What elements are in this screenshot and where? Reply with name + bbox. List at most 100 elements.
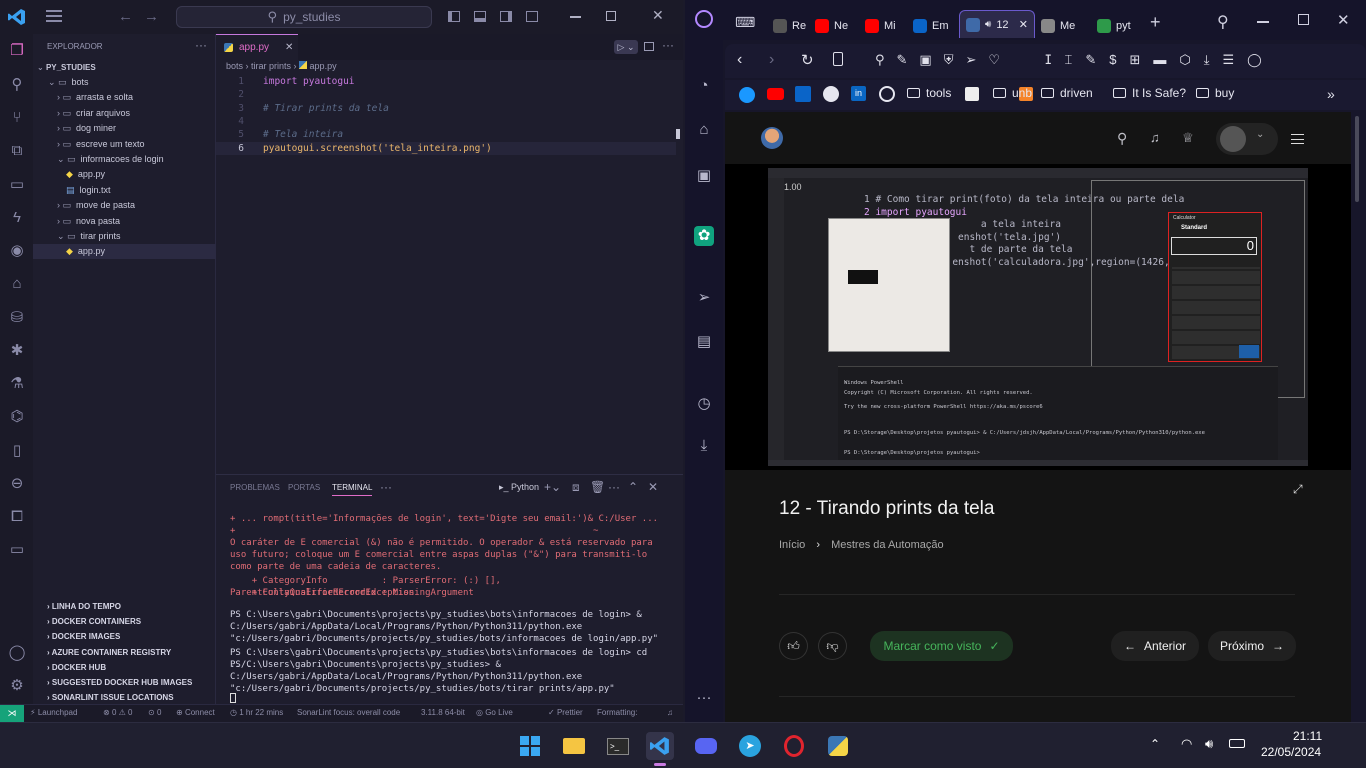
docker-icon[interactable]: ⧠ (8, 508, 26, 526)
telegram-icon[interactable]: ➤ (736, 732, 764, 760)
fullscreen-icon[interactable]: ⤢ (1293, 482, 1303, 497)
terminal-app-icon[interactable]: >_ (604, 732, 632, 760)
openai-icon[interactable] (879, 86, 895, 102)
more-panel-icon[interactable]: ··· (380, 480, 392, 494)
tab-problems[interactable]: PROBLEMAS (230, 483, 280, 492)
settings-gear-icon[interactable]: ⚙ (8, 677, 26, 695)
browser-tab[interactable]: pyt (1097, 12, 1131, 40)
mark-as-watched-button[interactable]: Marcar como visto ✓ (870, 631, 1013, 661)
clock-date[interactable]: 22/05/2024 (1261, 745, 1321, 759)
forward-icon[interactable]: › (769, 51, 774, 69)
browser-tab[interactable]: 🔊︎ 12 ✕ (959, 10, 1035, 38)
account-icon[interactable]: ◯ (8, 644, 26, 662)
dislike-button[interactable]: 👎︎ (818, 632, 847, 660)
notifications-icon[interactable]: ♫ (667, 708, 673, 717)
explorer-icon[interactable]: ❐ (8, 42, 26, 60)
source-control-icon[interactable]: ⑂ (8, 109, 26, 127)
breadcrumb-item[interactable]: bots (226, 61, 243, 71)
close-tab-icon[interactable]: ✕ (1019, 18, 1028, 31)
clock-time[interactable]: 21:11 (1293, 729, 1322, 743)
kill-terminal-icon[interactable]: 🗑 (590, 480, 605, 494)
discord-icon[interactable] (692, 732, 720, 760)
bookmark-folder[interactable]: tools (907, 86, 951, 100)
bookmark-folder[interactable]: buy (1196, 86, 1234, 100)
browser-tab[interactable]: Em (913, 12, 949, 40)
search-tabs-icon[interactable]: ⚲ (1217, 12, 1229, 32)
python-app-icon[interactable] (824, 732, 852, 760)
extensions-icon[interactable]: ⧉ (8, 142, 26, 160)
file-explorer-icon[interactable] (560, 732, 588, 760)
next-lesson-button[interactable]: Próximo → (1208, 631, 1296, 661)
bookmarks-overflow-icon[interactable]: » (1327, 86, 1335, 102)
sidebar-section[interactable]: › DOCKER HUB (33, 660, 216, 675)
back-arrow-icon[interactable]: ← (118, 8, 133, 25)
chatgpt-icon[interactable]: ✿ (694, 226, 714, 246)
go-live-status[interactable]: ◎ Go Live (476, 708, 513, 717)
connect-status[interactable]: ⊕ Connect (176, 708, 215, 717)
notion-icon[interactable] (965, 87, 979, 101)
maximize-icon[interactable] (1298, 14, 1309, 25)
battery-icon[interactable] (1229, 739, 1245, 748)
maximize-panel-icon[interactable]: ⌃ (628, 480, 638, 494)
wallet-icon[interactable]: ▤ (694, 332, 714, 352)
formatting-status[interactable]: Formatting: (597, 708, 637, 717)
time-tracker-status[interactable]: ◷ 1 hr 22 mins (230, 708, 283, 717)
split-terminal-icon[interactable]: ⧈ (572, 480, 580, 495)
forward-arrow-icon[interactable]: → (144, 8, 159, 25)
user-menu[interactable]: ⌄ (1216, 123, 1278, 155)
vscode-taskbar-icon[interactable] (646, 732, 674, 760)
speed-dial-icon[interactable]: ◔ (694, 76, 714, 96)
sidebar-section[interactable]: › DOCKER CONTAINERS (33, 614, 216, 629)
notifications-bell-icon[interactable]: ♫ (1150, 130, 1160, 145)
outlook-icon[interactable] (795, 86, 811, 102)
back-icon[interactable]: ‹ (737, 51, 742, 69)
tab-ports[interactable]: PORTAS (288, 483, 320, 492)
tab-close-icon[interactable]: ✕ (285, 42, 293, 53)
command-search-input[interactable]: ⚲ py_studies (176, 6, 432, 28)
testing-icon[interactable]: ⚗ (8, 375, 26, 393)
tree-item[interactable]: ⌄ ▭ tirar prints (33, 229, 216, 244)
sidebar-section[interactable]: › SUGGESTED DOCKER HUB IMAGES (33, 675, 216, 690)
youtube-icon[interactable] (767, 88, 784, 100)
gamepad-icon[interactable]: ⌨ (735, 14, 755, 31)
tree-item[interactable]: › ▭ arrasta e solta (33, 90, 216, 105)
minimize-icon[interactable] (1257, 21, 1269, 23)
search-icon[interactable]: ⚲ (8, 76, 26, 94)
prettier-status[interactable]: ✓ Prettier (548, 708, 583, 717)
more-actions-icon[interactable]: ··· (608, 480, 620, 494)
sonarlint-status[interactable]: SonarLint focus: overall code (297, 708, 400, 717)
tab-terminal[interactable]: TERMINAL (332, 483, 373, 496)
close-icon[interactable]: ✕ (1337, 11, 1350, 29)
problems-status[interactable]: ⊗ 0 ⚠ 0 (103, 708, 132, 717)
trophy-icon[interactable]: ♕ (1182, 130, 1194, 146)
reload-icon[interactable]: ↻ (801, 51, 814, 69)
sidebar-section[interactable]: › AZURE CONTAINER REGISTRY (33, 645, 216, 660)
python-version-status[interactable]: 3.11.8 64-bit (421, 708, 465, 717)
launchpad-status[interactable]: ⚡ Launchpad (30, 708, 77, 717)
downloads-icon[interactable]: ⤓ (694, 436, 714, 456)
toggle-panel-icon[interactable] (474, 11, 486, 22)
page-scrollbar[interactable] (1355, 116, 1359, 202)
browser-tab[interactable]: Ne (815, 12, 848, 40)
debug-icon[interactable]: ✱ (8, 342, 26, 360)
tree-item[interactable]: › ▭ nova pasta (33, 214, 216, 229)
windows-start-icon[interactable] (516, 732, 544, 760)
browser-tab[interactable]: Me (1041, 12, 1075, 40)
send-icon[interactable]: ➢ (694, 288, 714, 308)
tree-item[interactable]: › ▭ move de pasta (33, 198, 216, 213)
breadcrumb-item[interactable]: tirar prints (251, 61, 291, 71)
speaker-icon[interactable]: 🔊︎ (985, 19, 991, 30)
sidebar-section[interactable]: › LINHA DO TEMPO (33, 599, 216, 614)
tab-app-py[interactable]: app.py ✕ (216, 34, 298, 60)
like-button[interactable]: 👍︎ (779, 632, 808, 660)
volume-icon[interactable]: 🔊︎ (1205, 736, 1213, 752)
tree-item[interactable]: ▤ login.txt (33, 183, 216, 198)
toggle-secondary-sidebar-icon[interactable] (500, 11, 512, 22)
breadcrumb-home-link[interactable]: Início (779, 539, 805, 551)
new-tab-button[interactable]: + (1150, 12, 1161, 33)
wifi-icon[interactable]: ◠ (1181, 736, 1192, 752)
opera-taskbar-icon[interactable] (780, 732, 808, 760)
prime-video-icon[interactable] (739, 87, 755, 103)
video-player[interactable]: 1.00 1 # Como tirar print(foto) da tela … (725, 164, 1351, 496)
more-icon[interactable]: ··· (694, 688, 714, 708)
